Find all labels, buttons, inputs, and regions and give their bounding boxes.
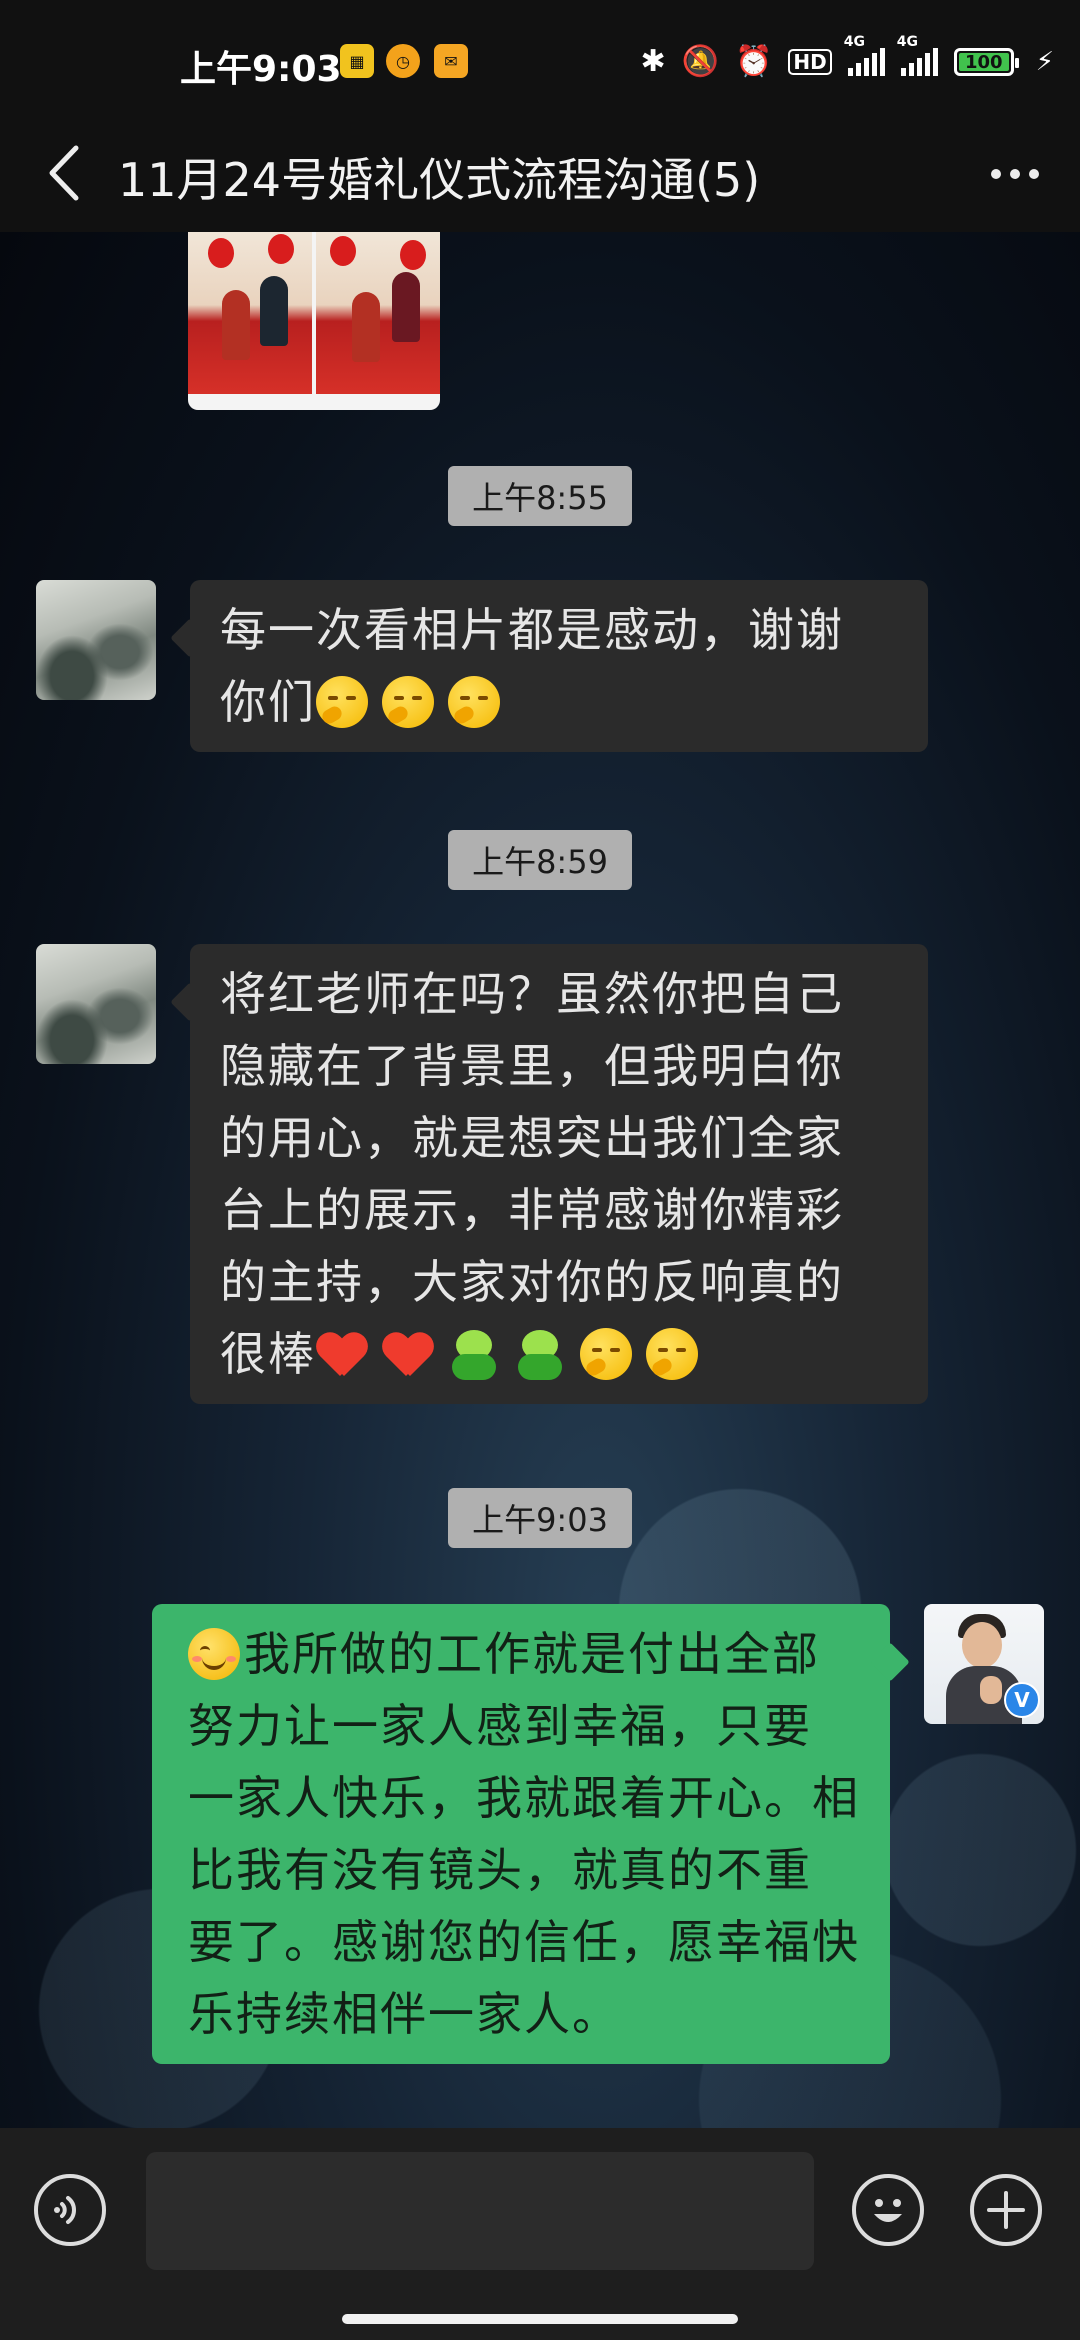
shared-photo-message[interactable] (188, 232, 440, 410)
battery-icon: 100 (953, 48, 1019, 76)
thinking-emoji-icon (580, 1328, 632, 1380)
sender-avatar[interactable] (36, 944, 156, 1064)
message-line: 我所做的工作就是付出全部 (188, 1618, 856, 1690)
input-bar (0, 2128, 1080, 2340)
heart-emoji-icon (316, 1332, 368, 1380)
thinking-emoji-icon (382, 676, 434, 728)
my-avatar[interactable]: V (924, 1604, 1044, 1724)
message-line: 隐藏在了背景里，但我明白你 (220, 1039, 844, 1093)
wedding-photo-left (188, 232, 312, 394)
more-actions-button[interactable] (970, 2174, 1042, 2246)
chat-title: 11月24号婚礼仪式流程沟通(5) (118, 153, 761, 207)
status-bar: 上午9:03 ▦ ◷ ✉ ✱ 🔕 ⏰ HD 4G 4G 100 ⚡ (0, 0, 1080, 118)
message-input[interactable] (146, 2152, 814, 2270)
more-dot-icon (1010, 169, 1020, 179)
thinking-emoji-icon (448, 676, 500, 728)
incoming-message[interactable]: 将红老师在吗？虽然你把自己 隐藏在了背景里，但我明白你 的用心，就是想突出我们全… (190, 944, 928, 1404)
wedding-photo-right (316, 232, 440, 394)
message-line: 乐持续相伴一家人。 (188, 1987, 620, 2041)
verified-badge-icon: V (1004, 1682, 1040, 1718)
message-line: 一家人快乐，我就跟着开心。相 (188, 1771, 860, 1825)
signal-icon: 4G (844, 34, 885, 76)
message-line: 的用心，就是想突出我们全家 (220, 1111, 844, 1165)
qr-wallet-icon: ▦ (340, 44, 374, 78)
more-options-button[interactable] (980, 144, 1050, 204)
home-indicator[interactable] (342, 2314, 738, 2324)
voice-wave-icon (54, 2196, 76, 2224)
message-line: 将红老师在吗？虽然你把自己 (220, 967, 844, 1021)
clock-app-icon: ◷ (386, 44, 420, 78)
thinking-emoji-icon (646, 1328, 698, 1380)
frog-emoji-icon (514, 1328, 566, 1380)
message-line: 比我有没有镜头，就真的不重 (188, 1843, 812, 1897)
mute-icon: 🔕 (681, 44, 720, 79)
thinking-emoji-icon (316, 676, 368, 728)
message-line: 很棒 (220, 1318, 898, 1390)
message-line: 台上的展示，非常感谢你精彩 (220, 1183, 844, 1237)
back-button[interactable] (34, 138, 98, 208)
mail-app-icon: ✉ (434, 44, 468, 78)
bluetooth-icon: ✱ (640, 44, 666, 79)
status-icons: ✱ 🔕 ⏰ HD 4G 4G 100 ⚡ (640, 34, 1054, 84)
message-line: 你们 (220, 666, 898, 738)
more-dot-icon (991, 169, 1001, 179)
chevron-left-icon (49, 145, 79, 201)
message-line: 每一次看相片都是感动，谢谢 (220, 603, 844, 657)
outgoing-message[interactable]: 我所做的工作就是付出全部 努力让一家人感到幸福，只要 一家人快乐，我就跟着开心。… (152, 1604, 890, 2064)
plus-icon (987, 2191, 1025, 2229)
battery-level: 100 (964, 51, 1003, 73)
alarm-icon: ⏰ (735, 44, 773, 79)
more-dot-icon (1029, 169, 1039, 179)
message-line: 努力让一家人感到幸福，只要 (188, 1699, 812, 1753)
chat-header: 11月24号婚礼仪式流程沟通(5) (0, 118, 1080, 232)
timestamp: 上午8:55 (448, 466, 632, 526)
timestamp: 上午9:03 (448, 1488, 632, 1548)
hd-icon: HD (788, 49, 832, 75)
signal-icon-2: 4G (897, 34, 938, 76)
sender-avatar[interactable] (36, 580, 156, 700)
message-line: 要了。感谢您的信任，愿幸福快 (188, 1915, 860, 1969)
heart-emoji-icon (382, 1332, 434, 1380)
timestamp: 上午8:59 (448, 830, 632, 890)
smiley-face-icon (874, 2199, 902, 2222)
emoji-button[interactable] (852, 2174, 924, 2246)
incoming-message[interactable]: 每一次看相片都是感动，谢谢 你们 (190, 580, 928, 752)
status-time: 上午9:03 (180, 49, 342, 90)
voice-input-button[interactable] (34, 2174, 106, 2246)
charging-icon: ⚡ (1035, 47, 1054, 77)
message-line: 的主持，大家对你的反响真的 (220, 1255, 844, 1309)
frog-emoji-icon (448, 1328, 500, 1380)
smile-emoji-icon (188, 1628, 240, 1680)
